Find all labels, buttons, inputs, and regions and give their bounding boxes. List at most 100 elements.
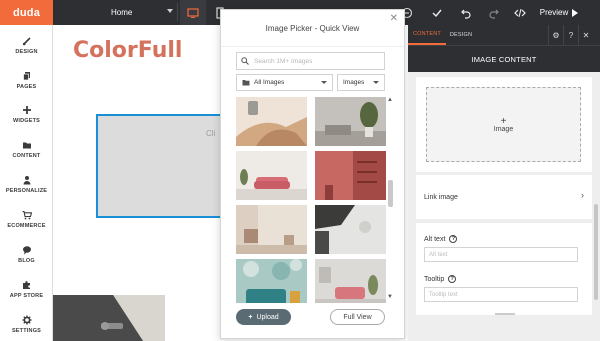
- thumb-hands-coffee: [236, 97, 307, 146]
- image-picker-header: Image Picker - Quick View: [221, 10, 404, 47]
- help-icon[interactable]: ?: [449, 235, 458, 243]
- selected-image-widget[interactable]: Cli: [96, 114, 226, 218]
- thumb-pink-sofa-white-room: [236, 151, 307, 200]
- alt-text-placeholder: Alt text: [429, 251, 448, 258]
- left-sidebar: DESIGN PAGES WIDGETS CONTENT PERSONALIZE…: [0, 25, 53, 341]
- plus-icon: [22, 105, 32, 115]
- thumbnail-scrollbar[interactable]: ▲ ▼: [387, 97, 393, 303]
- thumb-pink-sofa-gray-room: [315, 259, 386, 303]
- site-title[interactable]: ColorFull: [73, 38, 182, 63]
- tab-design[interactable]: DESIGN: [446, 25, 476, 45]
- thumb-teal-sofa-floral: [236, 259, 307, 303]
- brush-icon: [22, 36, 32, 46]
- sidebar-item-personalize[interactable]: PERSONALIZE: [0, 167, 53, 201]
- panel-tabs: CONTENT DESIGN ⚙ ? ✕: [408, 25, 600, 45]
- close-icon[interactable]: ✕: [390, 13, 398, 24]
- desktop-icon: [187, 7, 199, 18]
- image-thumbnail[interactable]: [236, 151, 307, 200]
- tooltip-input[interactable]: Tooltip text: [424, 287, 578, 302]
- gear-icon: [22, 315, 32, 325]
- chevron-up-icon[interactable]: ▲: [387, 97, 393, 103]
- image-type-value: Images: [343, 79, 365, 86]
- cart-icon: [22, 210, 32, 220]
- thumb-beige-room-chair: [236, 205, 307, 254]
- sidebar-item-label: DESIGN: [15, 48, 38, 55]
- close-icon[interactable]: ✕: [578, 25, 593, 45]
- sidebar-item-pages[interactable]: PAGES: [0, 63, 53, 97]
- thumb-coral-wall-shelves: [315, 151, 386, 200]
- puzzle-icon: [22, 280, 32, 290]
- link-image-row[interactable]: Link image ›: [416, 175, 592, 219]
- plus-icon: +: [248, 313, 253, 321]
- chevron-down-icon: [321, 81, 327, 84]
- image-thumbnail[interactable]: [315, 259, 386, 303]
- folder-icon: [22, 140, 32, 150]
- page-selector[interactable]: Home: [106, 3, 178, 21]
- sidebar-item-app-store[interactable]: APP STORE: [0, 272, 53, 306]
- tooltip-label-text: Tooltip: [424, 275, 445, 283]
- help-icon[interactable]: ?: [563, 25, 578, 45]
- image-thumbnail[interactable]: [315, 205, 386, 254]
- sidebar-item-ecommerce[interactable]: ECOMMERCE: [0, 202, 53, 236]
- pages-icon: [22, 71, 32, 81]
- upload-button[interactable]: + Upload: [236, 309, 291, 325]
- sidebar-item-label: WIDGETS: [12, 117, 41, 124]
- duda-logo[interactable]: duda: [0, 0, 53, 25]
- scrollbar-thumb[interactable]: [594, 204, 598, 300]
- folder-icon: [242, 80, 250, 86]
- undo-icon: [461, 9, 471, 19]
- sidebar-item-blog[interactable]: BLOG: [0, 237, 53, 271]
- gear-icon[interactable]: ⚙: [548, 25, 563, 45]
- tab-content[interactable]: CONTENT: [408, 25, 446, 45]
- code-editor-button[interactable]: [507, 0, 533, 25]
- person-icon: [22, 175, 32, 185]
- chevron-down-icon: [373, 81, 379, 84]
- sidebar-item-label: PAGES: [16, 83, 37, 90]
- image-card: + Image: [416, 77, 592, 172]
- chat-icon: [22, 245, 32, 255]
- image-search-input[interactable]: Search 1M+ Images: [236, 52, 385, 70]
- panel-title: IMAGE CONTENT: [408, 45, 600, 72]
- chevron-down-icon[interactable]: ▼: [387, 294, 393, 300]
- image-type-dropdown[interactable]: Images: [337, 74, 385, 91]
- image-thumbnail-grid: [236, 97, 386, 303]
- image-thumbnail[interactable]: [236, 97, 307, 146]
- image-source-dropdown[interactable]: All Images: [236, 74, 333, 91]
- seo-card: Alt text ? Alt text Tooltip ? Tooltip te…: [416, 223, 592, 315]
- redo-button[interactable]: [481, 0, 507, 25]
- panel-resize-grip[interactable]: [495, 313, 515, 315]
- sidebar-item-label: BLOG: [18, 257, 35, 264]
- preview-button[interactable]: Preview: [533, 0, 585, 25]
- help-icon[interactable]: ?: [448, 275, 457, 283]
- thumb-dark-wall-lamp: [315, 205, 386, 254]
- sidebar-item-settings[interactable]: SETTINGS: [0, 307, 53, 341]
- search-placeholder: Search 1M+ Images: [254, 57, 313, 65]
- image-thumbnail[interactable]: [236, 205, 307, 254]
- canvas-photo[interactable]: [53, 295, 165, 341]
- image-thumbnail[interactable]: [236, 259, 307, 303]
- tooltip-label: Tooltip ?: [424, 275, 457, 283]
- undo-button[interactable]: [453, 0, 479, 25]
- alt-text-label-text: Alt text: [424, 235, 446, 243]
- sidebar-item-widgets[interactable]: WIDGETS: [0, 97, 53, 131]
- alt-text-input[interactable]: Alt text: [424, 247, 578, 262]
- scrollbar-thumb[interactable]: [388, 180, 393, 207]
- redo-icon: [489, 9, 499, 19]
- image-widget-hint: Cli: [206, 129, 216, 138]
- full-view-label: Full View: [343, 313, 372, 321]
- sidebar-item-design[interactable]: DESIGN: [0, 28, 53, 62]
- desktop-view-button[interactable]: [180, 0, 206, 25]
- full-view-button[interactable]: Full View: [330, 309, 385, 325]
- image-thumbnail[interactable]: [315, 97, 386, 146]
- sidebar-item-content[interactable]: CONTENT: [0, 132, 53, 166]
- image-thumbnail[interactable]: [315, 151, 386, 200]
- publish-check-button[interactable]: [424, 0, 450, 25]
- sidebar-item-label: PERSONALIZE: [5, 187, 48, 194]
- code-icon: [514, 8, 526, 17]
- image-dropzone-label: Image: [493, 125, 514, 133]
- panel-scrollbar[interactable]: [594, 72, 599, 341]
- play-icon: [572, 8, 579, 17]
- image-dropzone[interactable]: + Image: [426, 87, 581, 162]
- image-picker-title: Image Picker - Quick View: [265, 23, 360, 33]
- plus-icon: +: [500, 115, 507, 127]
